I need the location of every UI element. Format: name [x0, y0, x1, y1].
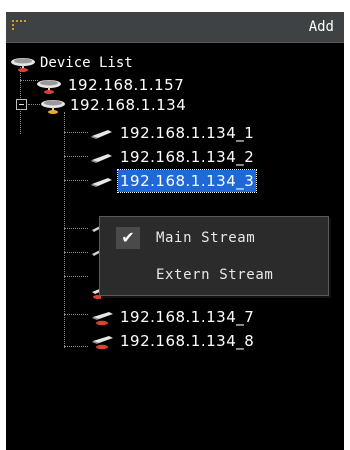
stream-context-menu: ✔ Main Stream Extern Stream — [99, 216, 329, 296]
tree-line — [64, 276, 88, 277]
tree-line — [64, 132, 88, 133]
tree-channel-label: 192.168.1.134_8 — [120, 332, 255, 350]
device-panel: Add Device List 192.168.1.157 192.168.1.… — [6, 12, 344, 450]
tree-device-label: 192.168.1.157 — [68, 76, 185, 94]
menu-item-label: Extern Stream — [156, 267, 274, 283]
checkmark-icon: ✔ — [116, 227, 140, 249]
tree-line — [64, 252, 88, 253]
menu-item-label: Main Stream — [156, 230, 256, 246]
network-icon — [11, 58, 35, 72]
tree-root-label: Device List — [40, 55, 133, 71]
camera-icon — [91, 130, 112, 139]
collapse-toggle-icon[interactable] — [16, 99, 27, 110]
tree-channel-label-selected: 192.168.1.134_3 — [116, 169, 258, 193]
tree-channel-label: 192.168.1.134_2 — [120, 148, 255, 166]
network-icon — [41, 100, 65, 114]
camera-icon — [91, 154, 112, 163]
tree-line — [64, 112, 65, 348]
tree-line — [64, 156, 88, 157]
camera-offline-icon — [92, 336, 113, 350]
camera-icon — [91, 178, 112, 187]
tree-device-label: 192.168.1.134 — [70, 96, 187, 114]
add-button[interactable]: Add — [309, 19, 334, 35]
tree-line — [64, 346, 88, 347]
tree-line — [64, 180, 88, 181]
tree-channel-label: 192.168.1.134_1 — [120, 124, 255, 142]
tree-line — [64, 228, 88, 229]
menu-item-extern-stream[interactable]: Extern Stream — [100, 257, 328, 293]
tree-line — [64, 314, 88, 315]
menu-item-main-stream[interactable]: ✔ Main Stream — [100, 220, 328, 256]
panel-header: Add — [6, 12, 344, 43]
camera-offline-icon — [92, 312, 113, 326]
tree-line — [28, 104, 40, 105]
network-icon — [37, 80, 61, 94]
grip-dots-icon[interactable] — [12, 20, 28, 32]
tree-channel-label: 192.168.1.134_7 — [120, 308, 255, 326]
